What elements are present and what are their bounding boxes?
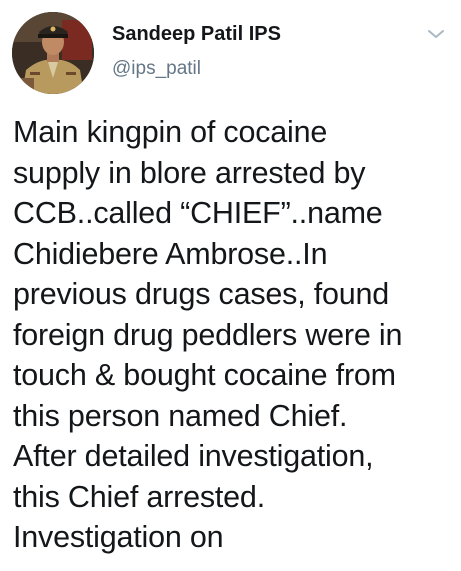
tweet-text-line: CCB..called “CHIEF”..name: [13, 196, 383, 230]
tweet-card: Sandeep Patil IPS @ips_patil Main kingpi…: [0, 0, 461, 571]
author-display-name[interactable]: Sandeep Patil IPS: [112, 22, 281, 46]
tweet-text-line: Investigation on: [13, 520, 224, 554]
tweet-text: Main kingpin of cocaine supply in blore …: [13, 112, 453, 558]
tweet-text-line: After detailed investigation,: [13, 439, 374, 473]
profile-photo-icon: [12, 12, 94, 94]
avatar[interactable]: [12, 12, 94, 94]
tweet-text-line: supply in blore arrested by: [13, 155, 366, 190]
author-handle[interactable]: @ips_patil: [112, 58, 281, 80]
tweet-text-line: this person named Chief.: [13, 398, 348, 433]
tweet-text-line: this Chief arrested.: [13, 479, 265, 514]
tweet-text-line: previous drugs cases, found: [13, 277, 390, 311]
author-block[interactable]: Sandeep Patil IPS @ips_patil: [112, 22, 281, 80]
tweet-text-line: foreign drug peddlers were in: [13, 317, 403, 352]
tweet-text-line: touch & bought cocaine from: [13, 358, 396, 392]
tweet-text-line: Chidiebere Ambrose..In: [13, 236, 328, 271]
tweet-text-line: Main kingpin of cocaine: [13, 115, 328, 149]
chevron-down-icon[interactable]: [425, 26, 447, 42]
